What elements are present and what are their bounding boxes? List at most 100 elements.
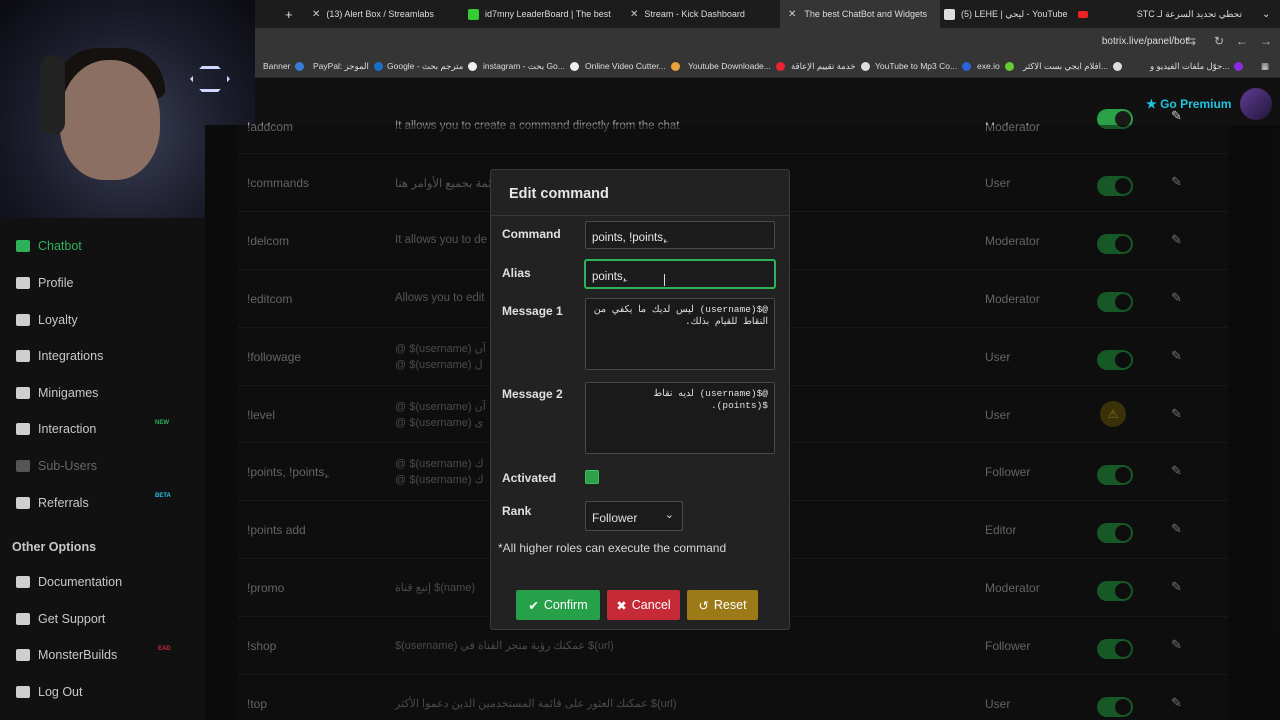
support-icon bbox=[16, 613, 30, 625]
sidebar-item-loyalty[interactable]: Loyalty bbox=[16, 313, 78, 327]
sidebar-item-integrations[interactable]: Integrations bbox=[16, 349, 103, 363]
close-icon[interactable]: ✕ bbox=[630, 9, 638, 20]
bookmark-item[interactable]: Youtube Downloade... bbox=[688, 61, 785, 71]
neon-logo-icon bbox=[190, 66, 230, 92]
bookmark-item[interactable]: exe.io bbox=[977, 61, 1014, 71]
sidebar-item-label: Minigames bbox=[38, 386, 99, 400]
alias-input[interactable]: points,ِ bbox=[585, 260, 775, 288]
document-icon bbox=[16, 576, 30, 588]
close-icon[interactable]: ✕ bbox=[312, 9, 320, 20]
webcam-headset bbox=[40, 55, 65, 135]
bookmark-label: حوّل ملفات الفيديو و... bbox=[1150, 61, 1230, 71]
sidebar-item-minigames[interactable]: Minigames bbox=[16, 386, 98, 400]
bookmark-favicon-icon bbox=[775, 61, 785, 71]
confirm-button[interactable]: ✔ Confirm bbox=[516, 590, 600, 620]
activated-checkbox[interactable] bbox=[585, 470, 599, 484]
sidebar-item-get-support[interactable]: Get Support bbox=[16, 612, 105, 626]
integrations-icon bbox=[16, 350, 30, 362]
avatar[interactable] bbox=[1240, 88, 1272, 120]
edit-pencil-icon[interactable]: ✎ bbox=[1171, 108, 1182, 124]
edit-command-modal: Edit command Command points, !points,ِ A… bbox=[490, 169, 790, 630]
alias-label: Alias bbox=[502, 266, 531, 280]
forward-arrow-icon[interactable]: → bbox=[1260, 34, 1272, 48]
monitor-icon bbox=[16, 649, 30, 661]
rank-select[interactable]: Follower ⌄ bbox=[585, 501, 683, 531]
back-arrow-icon[interactable]: ← bbox=[1236, 34, 1248, 48]
new-badge: NEW bbox=[155, 420, 169, 426]
bookmark-label: خدمة تقييم الإعاقة bbox=[791, 61, 856, 71]
webcam-person-face bbox=[60, 60, 160, 180]
message2-textarea[interactable]: @$(username) لديه نقاط $(points). bbox=[585, 382, 775, 454]
cancel-label: Cancel bbox=[631, 598, 671, 612]
bookmark-item[interactable]: instagram - بحث Go... bbox=[483, 61, 579, 72]
modal-divider bbox=[491, 215, 789, 216]
sidebar-item-referrals[interactable]: Referrals bbox=[16, 496, 89, 510]
go-premium-link[interactable]: ★ Go Premium bbox=[1146, 97, 1231, 111]
tab-youtube[interactable]: (5) LEHE | ليحي - YouTube bbox=[944, 0, 1094, 28]
rank-select-value: Follower bbox=[592, 511, 638, 525]
modal-title: Edit command bbox=[509, 186, 609, 202]
new-tab-label: + bbox=[285, 6, 293, 22]
command-input[interactable]: points, !points,ِ bbox=[585, 221, 775, 249]
bookmark-favicon-icon bbox=[1234, 62, 1244, 71]
sidebar-item-monsterbuilds[interactable]: MonsterBuilds bbox=[16, 648, 117, 662]
reload-icon[interactable]: ↻ bbox=[1214, 34, 1224, 48]
sidebar-item-interaction[interactable]: Interaction bbox=[16, 422, 96, 436]
tab-title: تحطي تحديد السرعة لـ STC bbox=[1136, 8, 1242, 19]
sidebar-item-label: Integrations bbox=[38, 349, 104, 363]
sidebar-item-sub-users[interactable]: Sub-Users bbox=[16, 459, 97, 473]
sidebar-item-label: Interaction bbox=[38, 422, 97, 436]
reset-button[interactable]: ↺ Reset bbox=[687, 590, 758, 620]
bookmark-item[interactable]: Google - مترجم بحث bbox=[387, 61, 478, 72]
bookmark-label: instagram - بحث Go... bbox=[483, 61, 565, 71]
cancel-button[interactable]: ✖ Cancel bbox=[607, 590, 680, 620]
bookmark-item[interactable]: Banner bbox=[263, 61, 305, 71]
bookmark-item[interactable]: YouTube to Mp3 Co... bbox=[875, 61, 972, 71]
url-field[interactable]: botrix.live/panel/bot bbox=[1102, 36, 1188, 47]
bookmark-favicon-icon bbox=[1113, 62, 1123, 71]
activated-label: Activated bbox=[502, 471, 557, 485]
bookmark-item[interactable]: افلام ايجي بست الاكثر... bbox=[1023, 61, 1123, 72]
tab-title: The best ChatBot and Widgets bbox=[804, 9, 927, 19]
bookmark-favicon-icon bbox=[670, 61, 680, 71]
close-x-icon: ✖ bbox=[616, 598, 627, 613]
tab-list-chevron-icon[interactable]: ⌄ bbox=[1262, 0, 1276, 28]
referrals-icon bbox=[16, 497, 30, 509]
favicon-icon bbox=[944, 8, 955, 20]
tab-streamlabs[interactable]: ✕ (13) Alert Box / Streamlabs bbox=[312, 0, 462, 28]
tab-stc[interactable]: تحطي تحديد السرعة لـ STC bbox=[1102, 0, 1242, 28]
close-icon[interactable]: ✕ bbox=[788, 9, 796, 20]
ead-badge: EAD bbox=[158, 646, 171, 652]
trophy-icon bbox=[16, 314, 30, 326]
tab-title: (13) Alert Box / Streamlabs bbox=[326, 9, 434, 19]
sidebar-item-log-out[interactable]: Log Out bbox=[16, 685, 82, 699]
bookmark-item[interactable]: خدمة تقييم الإعاقة bbox=[791, 61, 870, 72]
address-bar: botrix.live/panel/bot ⇆ ↻ ← → bbox=[255, 28, 1280, 56]
message1-textarea[interactable]: @$(username) ليس لديك ما يكفي من النقاط … bbox=[585, 298, 775, 370]
message2-label: Message 2 bbox=[502, 387, 563, 401]
apps-grid-icon[interactable]: ▦ bbox=[1261, 61, 1269, 72]
bookmark-favicon-icon bbox=[295, 61, 305, 71]
sidebar-item-label: Log Out bbox=[38, 685, 83, 699]
tab-leaderboard[interactable]: id7mny LeaderBoard | The best bbox=[468, 0, 628, 28]
bookmark-label: PayPal: الموجز bbox=[313, 61, 369, 71]
bookmark-label: افلام ايجي بست الاكثر... bbox=[1023, 61, 1109, 71]
tab-botrix-active[interactable]: ✕ The best ChatBot and Widgets bbox=[780, 0, 940, 28]
sidebar-item-documentation[interactable]: Documentation bbox=[16, 575, 122, 589]
tab-kick-dashboard[interactable]: ✕ Stream - Kick Dashboard bbox=[630, 0, 780, 28]
tune-icon[interactable]: ⇆ bbox=[1186, 34, 1196, 48]
sidebar-item-label: Loyalty bbox=[38, 313, 78, 327]
sidebar-item-chatbot[interactable]: Chatbot bbox=[16, 239, 82, 253]
bookmark-item[interactable]: Online Video Cutter... bbox=[585, 61, 680, 71]
sidebar-item-profile[interactable]: Profile bbox=[16, 276, 73, 290]
new-tab-button[interactable]: + bbox=[285, 0, 305, 28]
profile-icon bbox=[16, 277, 30, 289]
message1-label: Message 1 bbox=[502, 304, 563, 318]
beta-badge: BETA bbox=[155, 493, 171, 499]
rank-label: Rank bbox=[502, 504, 532, 518]
bookmark-label: YouTube to Mp3 Co... bbox=[875, 61, 958, 71]
chatbot-icon bbox=[16, 240, 30, 252]
bookmark-item[interactable]: PayPal: الموجز bbox=[313, 61, 383, 72]
bookmark-item[interactable]: حوّل ملفات الفيديو و... bbox=[1150, 61, 1244, 72]
sidebar-item-label: Profile bbox=[38, 276, 74, 290]
